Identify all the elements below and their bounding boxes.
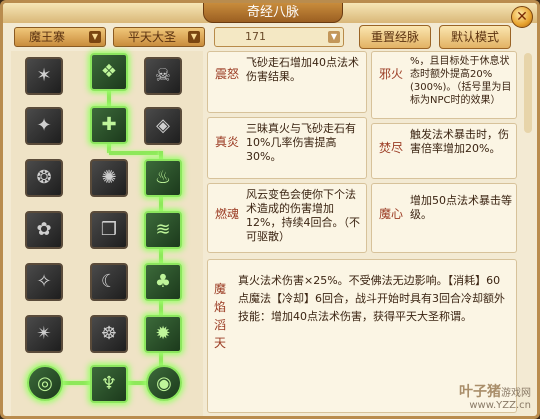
skill-text: 真火法术伤害×25%。不受佛法无边影响。【消耗】60点魔法【冷却】6回合，战斗开…	[238, 274, 505, 323]
skill-node-active[interactable]: ✹	[144, 315, 182, 353]
watermark-brand: 叶子猪	[459, 384, 501, 400]
faction-dropdown[interactable]: 魔王寨 ▼	[14, 27, 106, 47]
skill-label: 震怒	[214, 67, 239, 81]
skill-node[interactable]: ✿	[25, 211, 63, 249]
skill-node-active[interactable]: ♨	[144, 159, 182, 197]
skill-card: 震怒 飞砂走石增加40点法术伤害结果。	[207, 51, 367, 113]
points-value: 171	[245, 30, 266, 43]
skill-node[interactable]: ☸	[90, 315, 128, 353]
skill-text: 风云变色会使你下个法术造成的伤害增加12%，持续4回合。（不可驱散）	[246, 188, 360, 243]
skill-node[interactable]: ☠	[144, 57, 182, 95]
skill-card: 燃魂 风云变色会使你下个法术造成的伤害增加12%，持续4回合。（不可驱散）	[207, 183, 367, 253]
skill-label: 魔焰滔天	[213, 282, 226, 350]
skill-node[interactable]: ☾	[90, 263, 128, 301]
default-mode-button[interactable]: 默认模式	[439, 25, 511, 49]
chevron-down-icon: ▼	[188, 31, 200, 43]
reset-meridian-button[interactable]: 重置经脉	[359, 25, 431, 49]
skill-card: 真炎 三昧真火与飞砂走石有10%几率伤害提高30%。	[207, 117, 367, 179]
chevron-down-icon: ▼	[89, 31, 101, 43]
skill-description-panel: 震怒 飞砂走石增加40点法术伤害结果。 邪火 %，且目标处于休息状态时额外提高2…	[205, 51, 521, 416]
skill-card: 焚尽 触发法术暴击时，伤害倍率增加20%。	[371, 123, 517, 179]
skill-text: 增加50点法术暴击等级。	[410, 194, 512, 221]
skill-node[interactable]: ◈	[144, 107, 182, 145]
skill-node[interactable]: ✺	[90, 159, 128, 197]
skill-node[interactable]: ✴	[25, 315, 63, 353]
meridian-grid: ✶ ❖ ☠ ✦ ✚ ◈ ❂ ✺ ♨ ✿ ❒ ≋ ✧ ☾ ♣ ✴ ☸ ✹ ◎ ♆ …	[11, 51, 203, 416]
skill-node[interactable]: ✶	[25, 57, 63, 95]
skill-node-active[interactable]: ≋	[144, 211, 182, 249]
skill-node[interactable]: ❒	[90, 211, 128, 249]
skill-label: 真炎	[214, 135, 239, 149]
skill-text: 触发法术暴击时，伤害倍率增加20%。	[410, 128, 509, 155]
skill-node-active[interactable]: ♣	[144, 263, 182, 301]
skill-card: 邪火 %，且目标处于休息状态时额外提高20%(300%)。（括号里为目标为NPC…	[371, 51, 517, 119]
meridian-window: 奇经八脉 ✕ 魔王寨 ▼ 平天大圣 ▼ 171 ▼ 重置经脉 默认模式 ✶ ❖ …	[0, 0, 540, 419]
scrollbar[interactable]	[524, 53, 532, 133]
skill-node-active[interactable]: ◉	[146, 365, 182, 401]
skill-text: %，且目标处于休息状态时额外提高20%(300%)。（括号里为目标为NPC时的效…	[410, 56, 512, 106]
close-button[interactable]: ✕	[511, 6, 533, 28]
skill-label: 焚尽	[378, 141, 403, 155]
skill-node[interactable]: ✦	[25, 107, 63, 145]
skill-node-active[interactable]: ♆	[90, 365, 128, 403]
points-select[interactable]: 171 ▼	[214, 27, 344, 47]
school-dropdown[interactable]: 平天大圣 ▼	[113, 27, 205, 47]
skill-label: 魔心	[378, 207, 403, 221]
skill-text: 飞砂走石增加40点法术伤害结果。	[246, 56, 359, 83]
path-line	[109, 151, 161, 155]
skill-node-active[interactable]: ◎	[27, 365, 63, 401]
faction-value: 魔王寨	[29, 30, 66, 44]
skill-label: 邪火	[378, 67, 403, 81]
chevron-down-icon: ▼	[328, 31, 340, 43]
school-value: 平天大圣	[128, 30, 177, 44]
skill-node-active[interactable]: ✚	[90, 106, 128, 144]
watermark: 叶子猪游戏网 www.YZZ.cn	[459, 384, 531, 412]
skill-node[interactable]: ✧	[25, 263, 63, 301]
title-bar: 奇经八脉 ✕	[3, 3, 537, 28]
skill-label: 燃魂	[214, 207, 239, 221]
watermark-sub: 游戏网	[501, 388, 531, 399]
skill-card: 魔心 增加50点法术暴击等级。	[371, 183, 517, 253]
skill-text: 三昧真火与飞砂走石有10%几率伤害提高30%。	[246, 122, 356, 163]
watermark-url: www.YZZ.cn	[469, 400, 531, 411]
skill-node[interactable]: ❂	[25, 159, 63, 197]
window-title: 奇经八脉	[203, 3, 343, 23]
skill-node-active[interactable]: ❖	[90, 53, 128, 91]
